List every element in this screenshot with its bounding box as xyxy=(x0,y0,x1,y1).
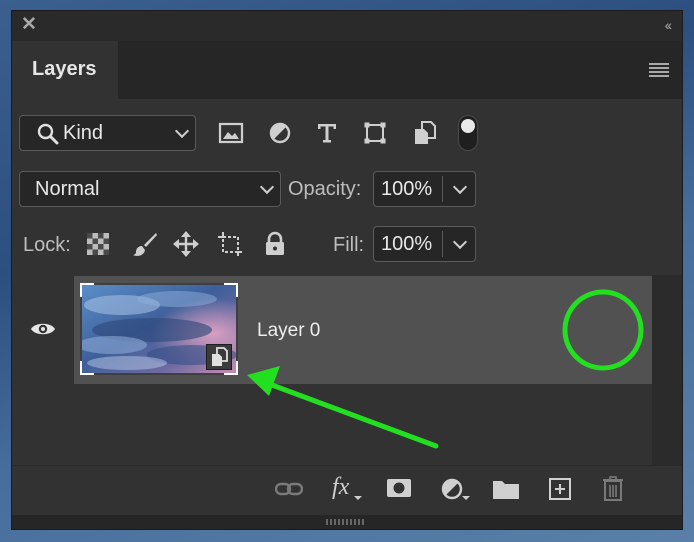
opacity-field[interactable]: 100% xyxy=(373,171,476,207)
adjustment-menu-caret xyxy=(462,496,470,500)
lock-all-icon[interactable] xyxy=(263,231,287,257)
grip-icon xyxy=(326,519,364,525)
add-mask-icon[interactable] xyxy=(386,478,412,498)
layer-thumbnail[interactable] xyxy=(80,283,238,375)
smart-object-filter-icon[interactable] xyxy=(413,120,437,146)
close-icon[interactable]: ✕ xyxy=(21,15,39,34)
panel-resize-handle[interactable] xyxy=(12,515,682,529)
new-layer-icon[interactable] xyxy=(548,477,572,501)
collapse-icon[interactable]: ‹‹ xyxy=(665,17,672,33)
type-filter-icon[interactable] xyxy=(315,121,339,145)
kind-filter-label: Kind xyxy=(63,122,104,144)
fill-value: 100% xyxy=(381,233,433,255)
fill-field[interactable]: 100% xyxy=(373,226,476,262)
eye-icon[interactable] xyxy=(30,321,56,337)
layers-panel: ✕ ‹‹ Layers Kind Normal Opacity: 100% Lo… xyxy=(11,10,683,530)
fx-icon[interactable]: fx xyxy=(332,474,349,501)
visibility-cell[interactable] xyxy=(12,276,74,384)
layer-list-scrollbar[interactable] xyxy=(652,275,682,465)
tab-layers[interactable]: Layers xyxy=(12,41,118,99)
shape-filter-icon[interactable] xyxy=(363,121,387,145)
layer-list: Layer 0 xyxy=(12,275,652,465)
chevron-down-icon[interactable] xyxy=(452,234,468,250)
opacity-value: 100% xyxy=(381,178,433,200)
opacity-label: Opacity: xyxy=(288,178,362,200)
new-group-icon[interactable] xyxy=(492,478,520,500)
kind-filter-dropdown[interactable]: Kind xyxy=(19,115,196,151)
blend-mode-value: Normal xyxy=(35,178,100,200)
fx-menu-caret xyxy=(354,496,362,500)
selection-brackets xyxy=(80,283,238,375)
blend-mode-dropdown[interactable]: Normal xyxy=(19,171,281,207)
layer-name[interactable]: Layer 0 xyxy=(257,320,320,342)
new-adjustment-icon[interactable] xyxy=(440,477,464,501)
lock-label: Lock: xyxy=(23,234,71,256)
fill-label: Fill: xyxy=(333,234,365,256)
chevron-down-icon[interactable] xyxy=(452,179,468,195)
layer-row[interactable]: Layer 0 xyxy=(74,276,652,384)
layer-actions-toolbar: fx xyxy=(12,465,682,515)
chevron-down-icon xyxy=(174,123,190,139)
chevron-down-icon xyxy=(259,179,275,195)
filter-toggle-switch[interactable] xyxy=(458,115,478,151)
panel-menu-icon[interactable] xyxy=(649,63,669,77)
link-layers-icon[interactable] xyxy=(275,480,303,498)
search-icon xyxy=(37,123,59,145)
panel-titlebar: ✕ ‹‹ xyxy=(12,11,682,41)
image-filter-icon[interactable] xyxy=(218,121,244,145)
delete-layer-icon[interactable] xyxy=(602,476,624,502)
lock-transparent-pixels-icon[interactable] xyxy=(87,233,109,255)
lock-position-icon[interactable] xyxy=(173,231,199,257)
panel-tab-row: Layers xyxy=(12,41,682,99)
lock-image-pixels-icon[interactable] xyxy=(132,231,158,257)
adjustment-filter-icon[interactable] xyxy=(268,121,292,145)
lock-artboard-icon[interactable] xyxy=(217,231,243,257)
